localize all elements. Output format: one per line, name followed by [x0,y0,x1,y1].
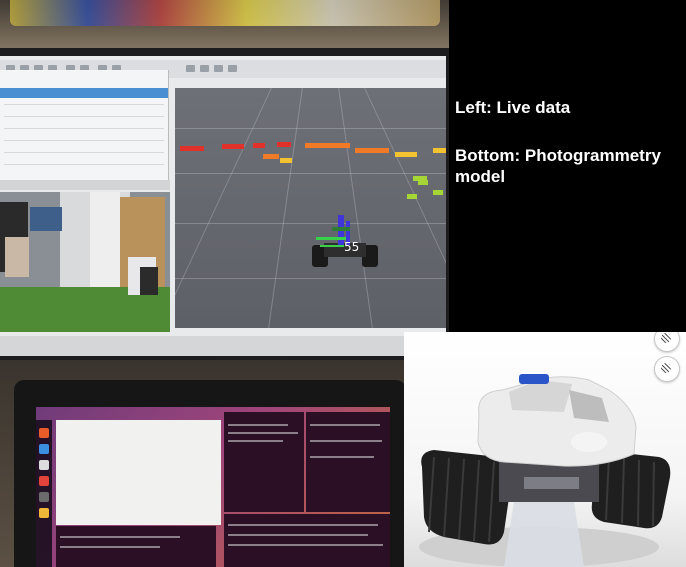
voxel [253,143,265,148]
camera-scene [0,192,170,332]
camera-feed-image [0,192,170,332]
terminal-text-line [228,544,383,546]
app-icon[interactable] [39,492,49,502]
panel-row [4,152,164,153]
app-icon[interactable] [39,444,49,454]
rviz-3d-viewport[interactable] [175,88,446,328]
live-data-label: Left: Live data [455,98,571,117]
voxel [305,143,350,148]
voxel [395,152,417,157]
panel-row [4,140,164,141]
voxel [407,194,417,199]
photogrammetry-model-viewer[interactable] [404,332,686,567]
photogrammetry-label: Bottom: Photogrammetry model [455,146,661,186]
terminal-text-line [228,432,298,434]
voxel [263,154,279,159]
voxel [433,190,443,195]
robot-car-model [419,374,671,567]
app-icon[interactable] [39,476,49,486]
panel-row [4,128,164,129]
terminal-text-line [228,534,368,536]
terminal-text-line [60,536,180,538]
camera-panel-header [0,180,170,190]
ubuntu-dock [36,420,52,567]
rviz-selected-row [0,88,168,98]
panel-row [4,104,164,105]
voxel [355,148,389,153]
voxel [280,158,292,163]
app-icon[interactable] [39,508,49,518]
terminal-text-line [228,524,378,526]
monitor-taskbar [0,336,446,356]
robot-marker-label: 55 [344,240,360,254]
file-manager-window[interactable] [56,420,221,525]
terminal-text-line [310,456,374,458]
voxel [433,148,446,153]
annotation-panel: Left: Live data Bottom: Photogrammetry m… [449,0,686,332]
terminal-window[interactable] [306,412,390,512]
terminal-text-line [228,440,283,442]
rotate-control-icon[interactable] [654,356,680,382]
voxel [180,146,204,151]
terminal-text-line [228,424,288,426]
terminal-text-line [60,546,160,548]
panel-row [4,116,164,117]
terminal-text-line [310,424,380,426]
wall-poster [10,0,440,26]
panel-row [4,164,164,165]
voxel [418,180,428,185]
terminal-text-line [310,440,382,442]
terminal-window[interactable] [224,514,390,567]
terminal-window[interactable] [224,412,304,512]
app-icon[interactable] [39,428,49,438]
voxel [277,142,291,147]
voxel [222,144,244,149]
app-icon[interactable] [39,460,49,470]
